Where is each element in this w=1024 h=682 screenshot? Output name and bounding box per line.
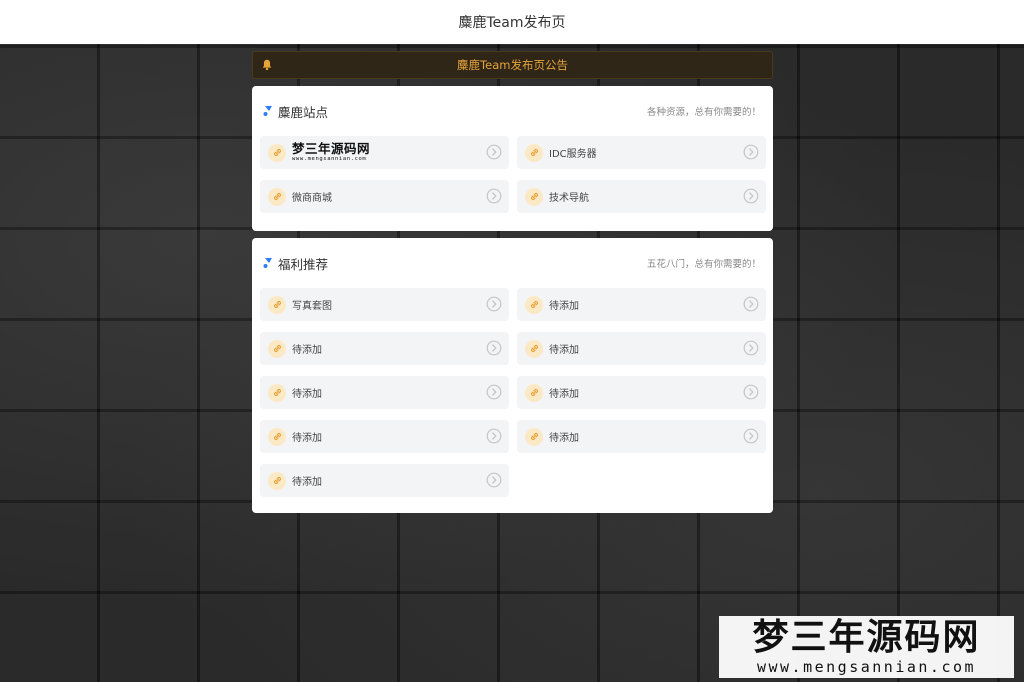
chevron-right-circle-icon: [743, 340, 759, 356]
link-item[interactable]: 待添加: [517, 376, 766, 409]
link-item[interactable]: 待添加: [260, 464, 509, 497]
link-icon: [268, 187, 286, 206]
link-label: 待添加: [549, 301, 579, 312]
chevron-right-circle-icon: [743, 428, 759, 444]
link-label: 待添加: [292, 477, 322, 488]
link-icon: [525, 427, 543, 446]
link-sublabel: www.mengsannian.com: [292, 155, 367, 162]
top-header: 麋鹿Team发布页: [0, 0, 1024, 44]
link-label: 待添加: [292, 389, 322, 400]
link-item[interactable]: 写真套图: [260, 288, 509, 321]
link-item[interactable]: 待添加: [260, 332, 509, 365]
chevron-right-circle-icon: [486, 472, 502, 488]
link-icon: [525, 339, 543, 358]
section-subtitle: 各种资源，总有你需要的！: [646, 107, 761, 118]
link-icon: [268, 471, 286, 490]
link-item[interactable]: 待添加: [260, 376, 509, 409]
site-logo-text: 梦三年源码网 www.mengsannian.com: [292, 141, 371, 162]
link-item[interactable]: 技术导航: [517, 180, 766, 213]
section-sites: 麋鹿站点 各种资源，总有你需要的！ 梦三年源码网 www.mengsannian.…: [252, 86, 773, 231]
link-icon: [525, 383, 543, 402]
link-item[interactable]: 待添加: [517, 420, 766, 453]
link-item[interactable]: IDC服务器: [517, 136, 766, 169]
link-label: 技术导航: [549, 193, 589, 204]
link-label: 写真套图: [292, 301, 332, 312]
section-title-icon: [263, 258, 272, 268]
link-label: 微商商城: [292, 193, 332, 204]
section-title: 福利推荐: [278, 256, 329, 272]
link-icon: [268, 295, 286, 314]
link-icon: [268, 427, 286, 446]
link-item[interactable]: 微商商城: [260, 180, 509, 213]
section-subtitle: 五花八门，总有你需要的！: [646, 259, 761, 270]
link-label: IDC服务器: [549, 149, 597, 160]
link-icon: [268, 383, 286, 402]
link-label: 待添加: [549, 345, 579, 356]
link-label: 待添加: [292, 345, 322, 356]
link-icon: [525, 187, 543, 206]
chevron-right-circle-icon: [743, 296, 759, 312]
watermark-logo: 梦三年源码网 www.mengsannian.com: [719, 616, 1014, 678]
chevron-right-circle-icon: [486, 296, 502, 312]
section-title: 麋鹿站点: [278, 104, 329, 120]
bell-icon: [262, 59, 272, 71]
link-icon: [525, 295, 543, 314]
link-item[interactable]: 梦三年源码网 www.mengsannian.com: [260, 136, 509, 169]
notice-bar[interactable]: 麋鹿Team发布页公告: [252, 51, 773, 79]
chevron-right-circle-icon: [743, 384, 759, 400]
chevron-right-circle-icon: [486, 188, 502, 204]
watermark-url: www.mengsannian.com: [756, 657, 977, 676]
watermark-title: 梦三年源码网: [752, 615, 981, 658]
link-icon: [268, 143, 286, 162]
chevron-right-circle-icon: [486, 144, 502, 160]
link-label: 待添加: [292, 433, 322, 444]
section-title-icon: [263, 106, 272, 116]
chevron-right-circle-icon: [743, 188, 759, 204]
link-icon: [268, 339, 286, 358]
link-item[interactable]: 待添加: [517, 288, 766, 321]
link-label: 待添加: [549, 433, 579, 444]
page-title: 麋鹿Team发布页: [458, 15, 566, 31]
link-item[interactable]: 待添加: [260, 420, 509, 453]
link-item[interactable]: 待添加: [517, 332, 766, 365]
chevron-right-circle-icon: [486, 340, 502, 356]
notice-text: 麋鹿Team发布页公告: [457, 58, 568, 72]
link-icon: [525, 143, 543, 162]
chevron-right-circle-icon: [743, 144, 759, 160]
chevron-right-circle-icon: [486, 428, 502, 444]
link-label: 待添加: [549, 389, 579, 400]
chevron-right-circle-icon: [486, 384, 502, 400]
link-label: 梦三年源码网: [292, 141, 371, 156]
section-welfare: 福利推荐 五花八门，总有你需要的！ 写真套图 待添加 待添加 待添加 待添加 待添加 待添加…: [252, 238, 773, 513]
